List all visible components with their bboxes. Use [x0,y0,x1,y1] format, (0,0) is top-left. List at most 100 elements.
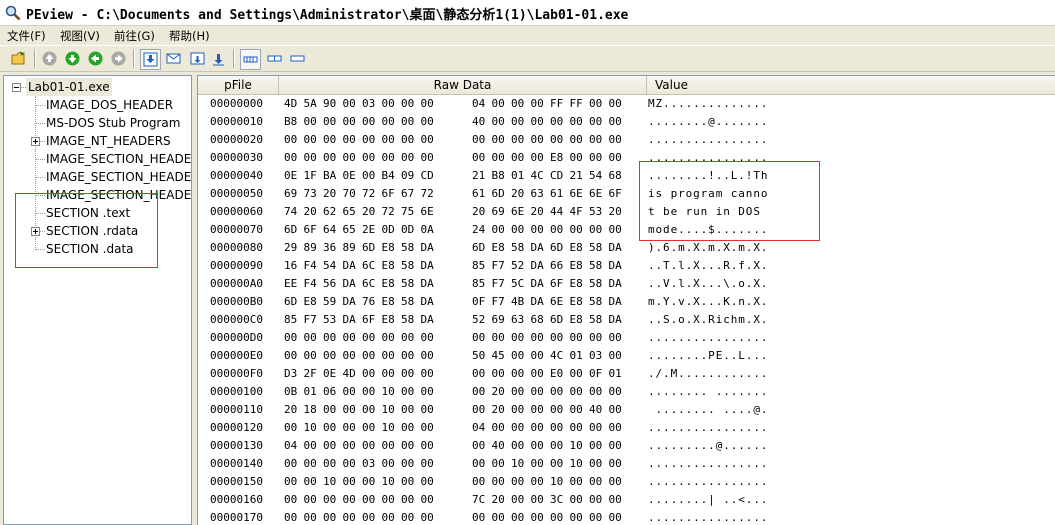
hex-byte[interactable]: 00 [362,149,375,167]
hex-byte[interactable]: 00 [492,509,505,525]
expand-nt-headers-icon[interactable] [31,137,40,146]
hex-byte[interactable]: 00 [343,329,356,347]
hex-byte[interactable]: 00 [472,437,485,455]
hex-byte[interactable]: 00 [421,401,434,419]
hex-byte[interactable]: 5C [511,275,524,293]
hex-byte[interactable]: 6D [492,185,505,203]
hex-byte[interactable]: 58 [401,275,414,293]
hex-byte[interactable]: 00 [401,149,414,167]
hex-byte[interactable]: 03 [362,455,375,473]
hex-byte[interactable]: 00 [323,491,336,509]
hex-byte[interactable]: 00 [609,401,622,419]
hex-byte[interactable]: 00 [492,131,505,149]
hex-byte[interactable]: 0F [589,365,602,383]
hex-byte[interactable]: 00 [343,131,356,149]
hex-byte[interactable]: 00 [401,473,414,491]
hex-byte[interactable]: 3C [550,491,563,509]
hex-byte[interactable]: 29 [284,239,297,257]
hex-byte[interactable]: 20 [492,383,505,401]
hex-byte[interactable]: 00 [609,149,622,167]
tree-item-section-rdata[interactable]: SECTION .rdata [46,222,138,240]
hex-byte[interactable]: 76 [362,293,375,311]
hex-byte[interactable]: DA [609,239,622,257]
tree-item-section-data[interactable]: SECTION .data [46,240,134,258]
hex-byte[interactable]: 01 [511,167,524,185]
hex-byte[interactable]: 00 [609,491,622,509]
hex-byte[interactable]: 85 [284,311,297,329]
hex-byte[interactable]: 00 [472,401,485,419]
column-value[interactable]: Value [647,76,1055,94]
hex-byte[interactable]: 00 [531,221,544,239]
hex-byte[interactable]: 00 [589,149,602,167]
hex-byte[interactable]: 6D [550,311,563,329]
hex-byte[interactable]: 63 [531,185,544,203]
hex-byte[interactable]: 00 [323,113,336,131]
hex-byte[interactable]: 75 [401,203,414,221]
hex-byte[interactable]: 00 [343,383,356,401]
hex-byte[interactable]: 20 [323,185,336,203]
hex-byte[interactable]: 66 [550,257,563,275]
hex-byte[interactable]: 00 [362,365,375,383]
hex-row[interactable]: 00000020 00 00 00 00 00 00 00 00 00 00 00 00 00 00 00 00… [198,131,1055,149]
hex-byte[interactable]: 00 [511,329,524,347]
hex-byte[interactable]: 00 [511,365,524,383]
hex-byte[interactable]: 00 [531,113,544,131]
hex-byte[interactable]: 00 [609,221,622,239]
hex-byte[interactable]: 00 [492,455,505,473]
hex-byte[interactable]: 00 [531,401,544,419]
hex-byte[interactable]: F7 [492,293,505,311]
hex-byte[interactable]: 00 [323,419,336,437]
hex-byte[interactable]: 00 [589,509,602,525]
hex-byte[interactable]: 00 [304,347,317,365]
hex-byte[interactable]: 59 [323,293,336,311]
hex-byte[interactable]: 00 [421,131,434,149]
view-dwords-icon[interactable] [289,50,306,67]
hex-byte[interactable]: 6D [472,239,485,257]
hex-byte[interactable]: 52 [511,257,524,275]
hex-byte[interactable]: 00 [511,491,524,509]
hex-byte[interactable]: 00 [343,149,356,167]
hex-byte[interactable]: DA [609,275,622,293]
hex-byte[interactable]: 36 [323,239,336,257]
hex-byte[interactable]: 00 [550,401,563,419]
hex-byte[interactable]: 6C [362,275,375,293]
hex-byte[interactable]: 00 [472,365,485,383]
hex-byte[interactable]: 00 [323,149,336,167]
hex-byte[interactable]: 00 [421,113,434,131]
hex-byte[interactable]: 01 [304,383,317,401]
hex-byte[interactable]: 00 [589,491,602,509]
hex-byte[interactable]: F7 [304,311,317,329]
hex-byte[interactable]: 4D [343,365,356,383]
hex-byte[interactable]: 00 [304,113,317,131]
hex-byte[interactable]: 00 [570,131,583,149]
export-icon[interactable] [189,50,206,67]
hex-byte[interactable]: 52 [472,311,485,329]
hex-byte[interactable]: 69 [284,185,297,203]
hex-byte[interactable]: 00 [570,221,583,239]
save-down-button[interactable] [140,49,161,70]
hex-byte[interactable]: 00 [304,131,317,149]
hex-byte[interactable]: 00 [511,473,524,491]
hex-byte[interactable]: 00 [511,221,524,239]
hex-byte[interactable]: 85 [472,275,485,293]
hex-byte[interactable]: DA [343,257,356,275]
hex-byte[interactable]: DA [343,275,356,293]
hex-byte[interactable]: 00 [284,131,297,149]
hex-row[interactable]: 00000130 04 00 00 00 00 00 00 00 00 40 00 00 00 10 00 00… [198,437,1055,455]
hex-byte[interactable]: 00 [570,113,583,131]
hex-byte[interactable]: 00 [421,491,434,509]
hex-byte[interactable]: 40 [472,113,485,131]
hex-byte[interactable]: 00 [362,401,375,419]
hex-byte[interactable]: 00 [550,131,563,149]
hex-row[interactable]: 00000040 0E 1F BA 0E 00 B4 09 CD 21 B8 01 4C CD 21 54 68… [198,167,1055,185]
hex-byte[interactable]: 65 [343,221,356,239]
hex-byte[interactable]: 00 [589,131,602,149]
hex-byte[interactable]: 00 [550,419,563,437]
hex-byte[interactable]: 00 [401,509,414,525]
hex-byte[interactable]: DA [531,257,544,275]
hex-byte[interactable]: 00 [362,473,375,491]
hex-byte[interactable]: 00 [609,329,622,347]
hex-byte[interactable]: 03 [589,347,602,365]
hex-byte[interactable]: E8 [382,293,395,311]
hex-byte[interactable]: 00 [382,131,395,149]
